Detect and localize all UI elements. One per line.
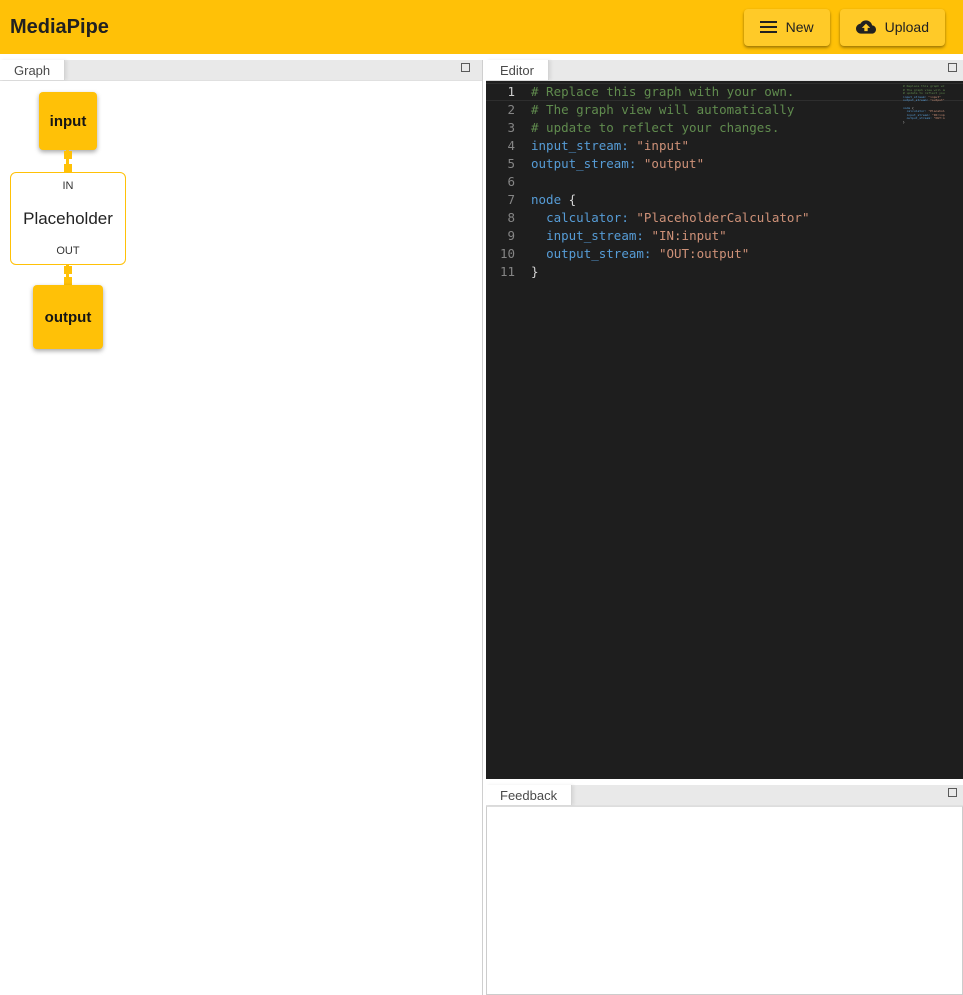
line-number: 6 <box>486 173 531 191</box>
code-line[interactable]: 6 <box>486 173 963 191</box>
port-dot <box>64 151 72 159</box>
graph-node-placeholder[interactable]: IN Placeholder OUT <box>10 172 126 265</box>
code-line[interactable]: 8 calculator: "PlaceholderCalculator" <box>486 209 963 227</box>
line-number: 8 <box>486 209 531 227</box>
port-dot <box>64 266 72 274</box>
code-line[interactable]: 10 output_stream: "OUT:output" <box>486 245 963 263</box>
feedback-content <box>486 806 963 995</box>
code-line[interactable]: 3# update to reflect your changes. <box>486 119 963 137</box>
line-number: 3 <box>486 119 531 137</box>
out-port-label: OUT <box>56 245 79 257</box>
graph-canvas[interactable]: input IN Placeholder OUT output <box>0 81 482 995</box>
line-number: 10 <box>486 245 531 263</box>
line-number: 1 <box>486 83 531 101</box>
feedback-panel: Feedback <box>486 785 963 995</box>
cloud-upload-icon <box>856 17 876 37</box>
code-line[interactable]: 11} <box>486 263 963 281</box>
feedback-panel-header: Feedback <box>486 785 963 806</box>
port-dot <box>64 277 72 285</box>
maximize-icon[interactable] <box>948 788 957 797</box>
line-number: 2 <box>486 101 531 119</box>
maximize-icon[interactable] <box>948 63 957 72</box>
header-buttons: New Upload <box>744 9 953 46</box>
tab-feedback-label: Feedback <box>500 788 557 803</box>
editor-lines: 1# Replace this graph with your own.2# T… <box>486 83 963 281</box>
line-number: 4 <box>486 137 531 155</box>
maximize-icon[interactable] <box>461 63 470 72</box>
line-number: 9 <box>486 227 531 245</box>
port-dot <box>64 164 72 172</box>
graph-node-output[interactable]: output <box>33 285 103 349</box>
in-port-label: IN <box>63 180 74 192</box>
graph-panel: Graph input IN Placeholder OUT output <box>0 60 483 995</box>
tab-graph[interactable]: Graph <box>0 60 65 80</box>
code-line[interactable]: 2# The graph view will automatically <box>486 101 963 119</box>
editor-panel-header: Editor <box>486 60 963 81</box>
code-line[interactable]: 4input_stream: "input" <box>486 137 963 155</box>
upload-button[interactable]: Upload <box>840 9 945 46</box>
tab-graph-label: Graph <box>14 63 50 78</box>
new-button-label: New <box>786 19 814 35</box>
new-button[interactable]: New <box>744 9 830 46</box>
code-line[interactable]: 7node { <box>486 191 963 209</box>
upload-button-label: Upload <box>885 19 929 35</box>
app-title: MediaPipe <box>10 16 109 39</box>
line-number: 7 <box>486 191 531 209</box>
tab-feedback[interactable]: Feedback <box>486 785 572 805</box>
graph-panel-header: Graph <box>0 60 482 81</box>
tab-editor[interactable]: Editor <box>486 60 549 80</box>
code-line[interactable]: 1# Replace this graph with your own. <box>486 83 963 101</box>
line-number: 11 <box>486 263 531 281</box>
code-line[interactable]: 9 input_stream: "IN:input" <box>486 227 963 245</box>
code-line[interactable]: 5output_stream: "output" <box>486 155 963 173</box>
editor-panel: Editor 1# Replace this graph with your o… <box>486 60 963 779</box>
app-header: MediaPipe New Upload <box>0 0 963 54</box>
line-number: 5 <box>486 155 531 173</box>
placeholder-node-label: Placeholder <box>23 209 113 229</box>
menu-icon <box>760 21 777 33</box>
tab-editor-label: Editor <box>500 63 534 78</box>
graph-node-input[interactable]: input <box>39 92 97 150</box>
code-editor[interactable]: 1# Replace this graph with your own.2# T… <box>486 81 963 779</box>
